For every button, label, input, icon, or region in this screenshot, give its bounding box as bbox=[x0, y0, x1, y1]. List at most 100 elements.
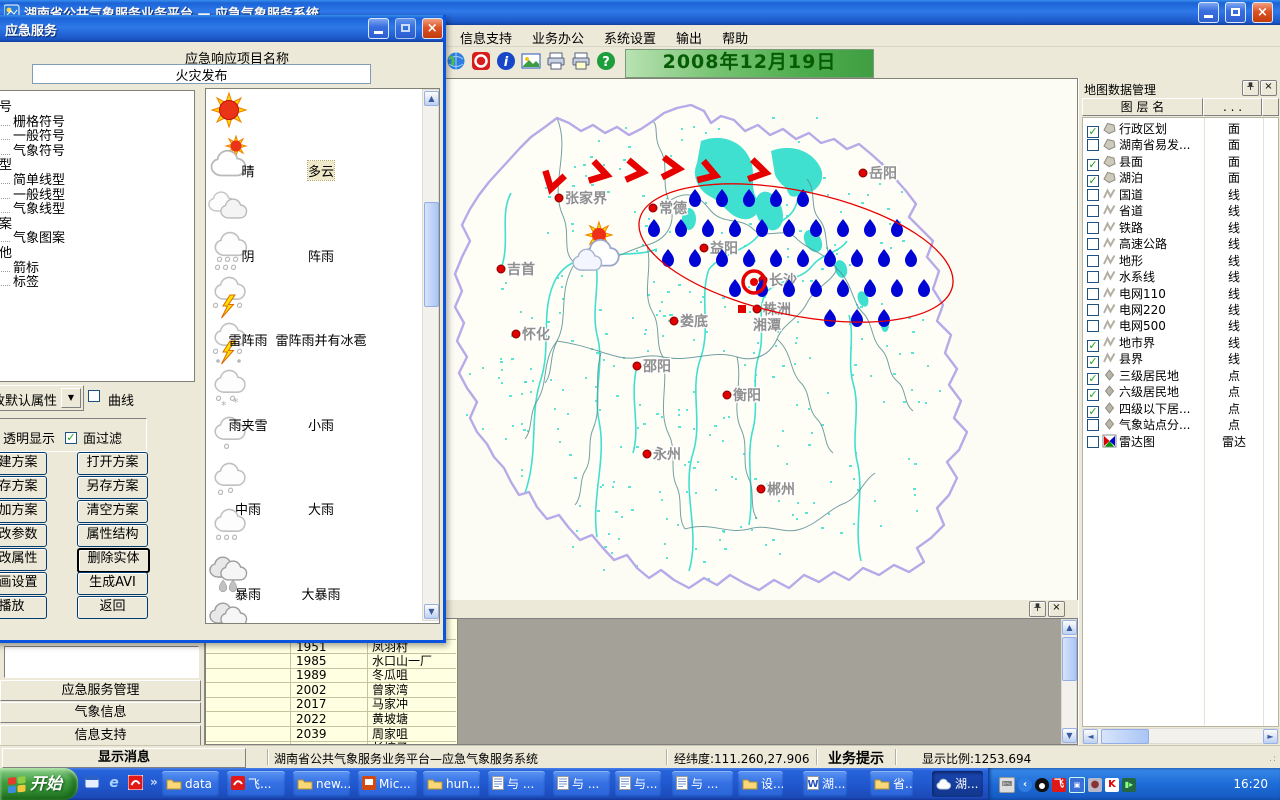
button-保存方案[interactable]: 保存方案 bbox=[0, 476, 47, 499]
taskbar-button-设...[interactable]: 设... bbox=[738, 771, 783, 797]
status-message[interactable]: 显示消息 bbox=[2, 748, 246, 768]
tree-item-图案[interactable]: 图案 bbox=[0, 218, 12, 232]
layer-row-地形[interactable]: 地形线 bbox=[1083, 252, 1278, 268]
close-button[interactable]: × bbox=[422, 18, 443, 39]
weather-icon-cloud-lightning[interactable] bbox=[206, 273, 252, 319]
taskbar-button-省...[interactable]: 省... bbox=[870, 771, 913, 797]
kaspersky-icon[interactable]: K bbox=[1102, 778, 1119, 792]
layer-row-气象站点分...[interactable]: 气象站点分...点 bbox=[1083, 416, 1278, 432]
collapse-icon[interactable]: ‹ bbox=[1015, 778, 1032, 792]
column-header-more[interactable]: . . . bbox=[1203, 98, 1262, 116]
scroll-up-icon[interactable]: ▲ bbox=[424, 91, 439, 106]
restore-button[interactable] bbox=[1225, 2, 1246, 23]
tree-item-气象图案[interactable]: 气象图案 bbox=[1, 232, 65, 246]
tree-item-箭标[interactable]: 箭标 bbox=[1, 262, 39, 276]
project-name-input[interactable] bbox=[32, 64, 371, 84]
tree-item-标签[interactable]: 标签 bbox=[1, 276, 39, 290]
layer-row-县面[interactable]: ✓县面面 bbox=[1083, 153, 1278, 169]
dialog-titlebar[interactable]: 应急服务 × bbox=[0, 15, 443, 42]
weather-label-小雨[interactable]: 小雨 bbox=[308, 415, 334, 434]
network-icon[interactable]: ▣ bbox=[1066, 778, 1085, 792]
layer-row-地市界[interactable]: ✓地市界线 bbox=[1083, 334, 1278, 350]
weather-label-暴雨[interactable]: 暴雨 bbox=[235, 584, 261, 603]
table-row[interactable]: 1985水口山一厂 bbox=[206, 654, 456, 669]
layer-row-国道[interactable]: 国道线 bbox=[1083, 186, 1278, 202]
face-filter-checkbox[interactable]: ✓ bbox=[65, 428, 77, 444]
taskbar-button-与...[interactable]: 与... bbox=[615, 771, 661, 797]
weather-label-中雨[interactable]: 中雨 bbox=[235, 499, 261, 518]
scroll-left-icon[interactable]: ◄ bbox=[1083, 729, 1098, 744]
button-属性结构[interactable]: 属性结构 bbox=[77, 524, 148, 547]
table-row[interactable]: 2039周家咀 bbox=[206, 727, 456, 742]
layer-row-四级以下居...[interactable]: ✓四级以下居...点 bbox=[1083, 400, 1278, 416]
weather-label-阴[interactable]: 阴 bbox=[241, 246, 254, 265]
weather-label-多云[interactable]: 多云 bbox=[308, 161, 334, 180]
minimize-button[interactable] bbox=[368, 18, 389, 39]
pin-icon[interactable] bbox=[1242, 80, 1259, 96]
taskbar-button-hun...[interactable]: hun... bbox=[423, 771, 480, 797]
ie-icon[interactable]: e bbox=[106, 774, 122, 793]
curve-checkbox[interactable] bbox=[88, 389, 100, 403]
layer-row-省道[interactable]: 省道线 bbox=[1083, 202, 1278, 218]
button-修改参数[interactable]: 修改参数 bbox=[0, 524, 47, 547]
qq-icon[interactable] bbox=[1032, 778, 1049, 792]
close-button[interactable]: × bbox=[1252, 2, 1273, 23]
button-返回[interactable]: 返回 bbox=[77, 596, 148, 619]
info-icon[interactable]: i bbox=[496, 51, 516, 74]
weather-icon-sun[interactable] bbox=[206, 89, 252, 135]
table-row[interactable]: 1989冬瓜咀 bbox=[206, 668, 456, 683]
button-动画设置[interactable]: 动画设置 bbox=[0, 572, 47, 595]
map-canvas[interactable]: 张家界常德岳阳吉首益阳长沙株洲湘潭娄底怀化邵阳衡阳永州郴州 bbox=[443, 78, 1078, 601]
devices-icon[interactable]: ● bbox=[1085, 778, 1102, 792]
chevron-down-icon[interactable]: ▼ bbox=[61, 388, 81, 408]
nav-button-信息支持[interactable]: 信息支持 bbox=[0, 725, 201, 746]
tree-item-栅格符号[interactable]: 栅格符号 bbox=[1, 116, 65, 130]
scroll-right-icon[interactable]: ► bbox=[1263, 729, 1278, 744]
weather-label-雨夹雪[interactable]: 雨夹雪 bbox=[228, 415, 267, 434]
layer-row-水系线[interactable]: 水系线线 bbox=[1083, 268, 1278, 284]
tree-item-一般线型[interactable]: 一般线型 bbox=[1, 189, 65, 203]
weather-label-晴[interactable]: 晴 bbox=[241, 161, 254, 180]
column-header-layer[interactable]: 图 层 名 bbox=[1082, 98, 1203, 116]
quick-launch-more[interactable]: » bbox=[150, 775, 158, 789]
print-preview-icon[interactable] bbox=[571, 51, 591, 74]
button-新建方案[interactable]: 新建方案 bbox=[0, 452, 47, 475]
layer-row-电网220[interactable]: 电网220线 bbox=[1083, 301, 1278, 317]
taskbar-button-与 ...[interactable]: 与 ... bbox=[553, 771, 610, 797]
table-row[interactable]: 2017马家冲 bbox=[206, 697, 456, 712]
fetion-icon[interactable]: 飞 bbox=[1049, 778, 1066, 792]
scroll-down-icon[interactable]: ▼ bbox=[1062, 728, 1077, 743]
vertical-scrollbar[interactable]: ▲ ▼ bbox=[1061, 619, 1077, 744]
taskbar-button-湖...[interactable]: 湖... bbox=[932, 771, 983, 797]
taskbar-button-飞...[interactable]: 飞... bbox=[227, 771, 285, 797]
maximize-button[interactable] bbox=[395, 18, 416, 39]
button-清空方案[interactable]: 清空方案 bbox=[77, 500, 148, 523]
button-删除实体[interactable]: 删除实体 bbox=[77, 548, 150, 573]
weather-label-大雨[interactable]: 大雨 bbox=[308, 499, 334, 518]
table-row[interactable]: 长塘子 bbox=[206, 741, 456, 744]
button-添加方案[interactable]: 添加方案 bbox=[0, 500, 47, 523]
image-icon[interactable] bbox=[521, 51, 541, 74]
horizontal-scrollbar[interactable]: ◄ ► bbox=[1082, 728, 1279, 744]
layer-row-湖泊[interactable]: ✓湖泊面 bbox=[1083, 169, 1278, 185]
weather-icon-cloud-sleet[interactable]: ** bbox=[206, 365, 252, 411]
close-icon[interactable]: × bbox=[1260, 80, 1277, 96]
button-打开方案[interactable]: 打开方案 bbox=[77, 452, 148, 475]
tree-item-气象符号[interactable]: 气象符号 bbox=[1, 145, 65, 159]
pin-icon[interactable] bbox=[1029, 601, 1046, 617]
weather-label-阵雨[interactable]: 阵雨 bbox=[308, 246, 334, 265]
tree-item-简单线型[interactable]: 简单线型 bbox=[1, 174, 65, 188]
layer-row-铁路[interactable]: 铁路线 bbox=[1083, 219, 1278, 235]
stop-icon[interactable] bbox=[471, 51, 491, 74]
scroll-up-icon[interactable]: ▲ bbox=[1062, 620, 1077, 635]
column-header-extra[interactable] bbox=[1262, 98, 1279, 116]
nav-list-box[interactable] bbox=[4, 646, 199, 678]
scroll-thumb[interactable] bbox=[424, 202, 439, 307]
taskbar-button-湖...[interactable]: W湖... bbox=[803, 771, 847, 797]
layer-row-行政区划[interactable]: ✓行政区划面 bbox=[1083, 120, 1278, 136]
vertical-scrollbar[interactable]: ▲ ▼ bbox=[422, 89, 439, 621]
table-row[interactable]: 2022黄坡塘 bbox=[206, 712, 456, 727]
resize-grip[interactable]: .: bbox=[1269, 754, 1277, 764]
scroll-thumb[interactable] bbox=[1062, 637, 1077, 681]
layer-row-县界[interactable]: ✓县界线 bbox=[1083, 350, 1278, 366]
